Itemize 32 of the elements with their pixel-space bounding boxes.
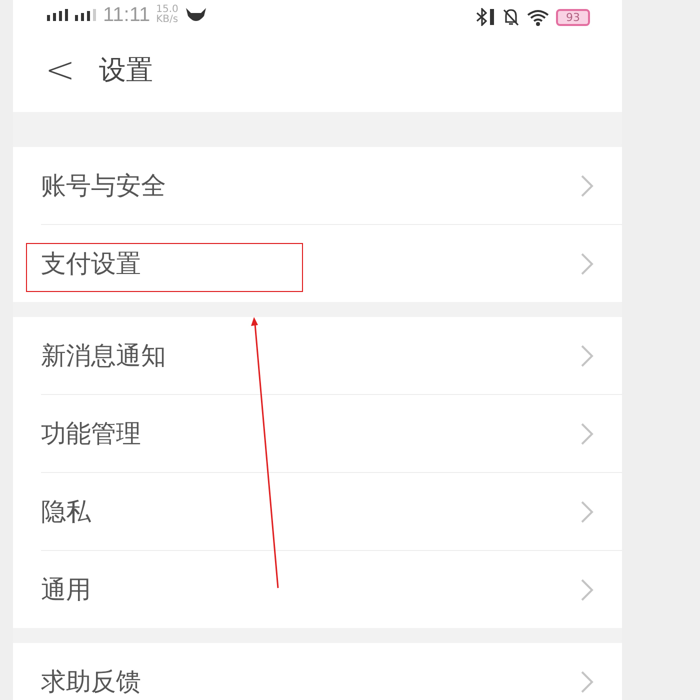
settings-item[interactable]: 新消息通知 [41,317,622,395]
back-button[interactable]: < [39,50,82,90]
chevron-icon [580,578,594,602]
settings-item[interactable]: 功能管理 [41,395,622,473]
item-label: 求助反馈 [41,666,141,698]
chevron-icon [580,174,594,198]
item-label: 功能管理 [41,418,141,450]
item-label: 隐私 [41,496,91,528]
wifi-icon [526,8,550,26]
settings-item[interactable]: 隐私 [41,473,622,551]
signal-icon [75,9,97,21]
chevron-icon [580,670,594,694]
item-label: 支付设置 [41,248,141,280]
bluetooth-icon [474,8,496,26]
page-title: 设置 [99,54,154,88]
muted-bell-icon [502,8,520,26]
settings-item[interactable]: 支付设置 [41,225,622,302]
signal-icon [47,9,69,21]
battery-indicator: 93 [556,8,590,26]
speed-unit: KB/s [156,15,178,25]
chevron-icon [580,344,594,368]
settings-item[interactable]: 账号与安全 [41,147,622,225]
chevron-icon [580,252,594,276]
item-label: 账号与安全 [41,170,166,202]
status-time: 11:11 [103,4,150,26]
item-label: 通用 [41,574,91,606]
settings-item[interactable]: 通用 [41,551,622,628]
network-speed: 15.0 [156,5,178,15]
chevron-icon [580,500,594,524]
chevron-icon [580,422,594,446]
item-label: 新消息通知 [41,340,166,372]
settings-item[interactable]: 求助反馈 [41,643,622,700]
